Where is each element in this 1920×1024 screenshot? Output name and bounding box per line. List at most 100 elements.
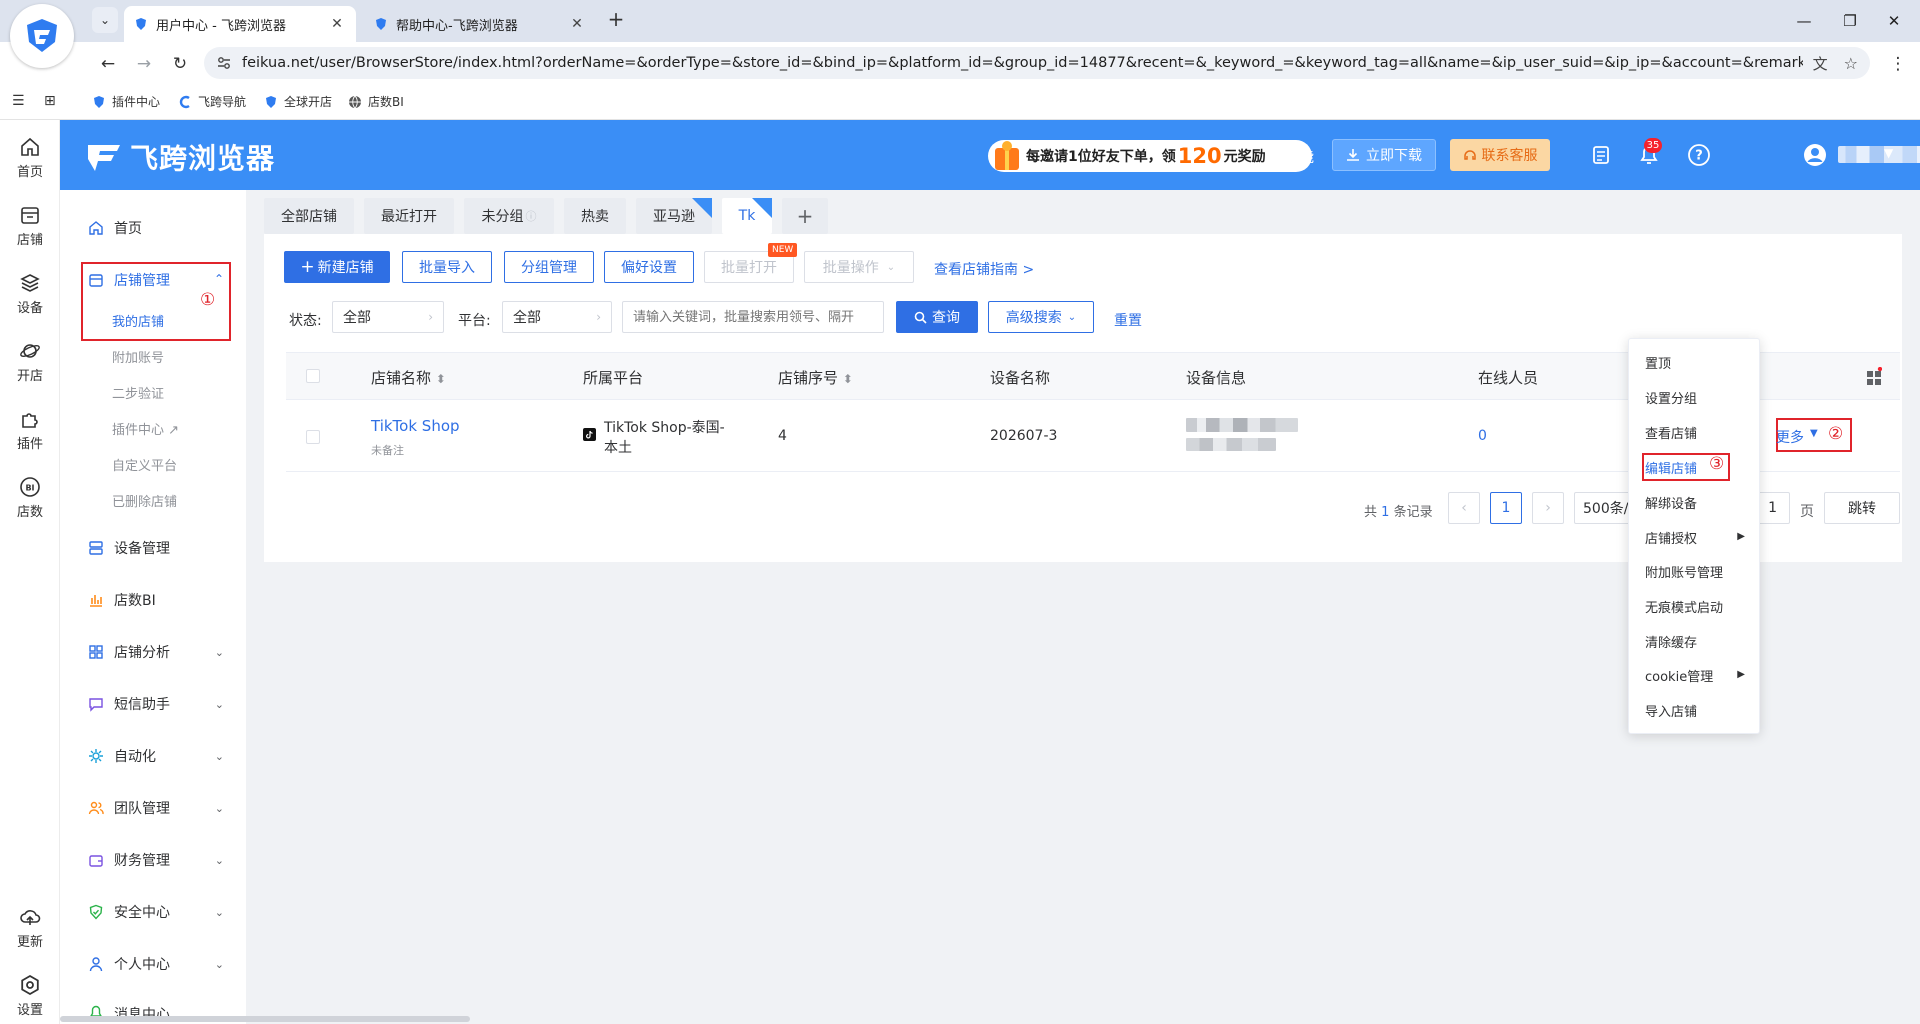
submenu-deleted-stores[interactable]: 已删除店铺: [112, 491, 177, 510]
notes-icon[interactable]: [1588, 142, 1614, 168]
submenu-plugin-center[interactable]: 插件中心 ↗: [112, 419, 179, 438]
menu-item-device-management[interactable]: 设备管理: [60, 528, 246, 568]
rail-item-bi[interactable]: BI 店数: [0, 470, 60, 526]
dropdown-item-import-store[interactable]: 导入店铺: [1645, 701, 1697, 720]
contact-support-button[interactable]: 联系客服: [1450, 139, 1550, 171]
browser-tab-user-center[interactable]: 用户中心 - 飞跨浏览器 ✕: [124, 6, 356, 42]
pager-current-page[interactable]: 1: [1490, 492, 1522, 524]
reset-link[interactable]: 重置: [1114, 310, 1142, 330]
brand-logo[interactable]: 飞跨浏览器: [84, 137, 275, 177]
bookmark-global-store[interactable]: 全球开店: [264, 93, 332, 110]
browser-menu-icon[interactable]: ⋮: [1886, 52, 1910, 76]
pager-jump-button[interactable]: 跳转: [1824, 492, 1900, 524]
menu-item-store-analysis[interactable]: 店铺分析 ⌄: [60, 632, 246, 672]
sort-icon[interactable]: ⬍: [436, 372, 446, 386]
menu-item-automation[interactable]: 自动化 ⌄: [60, 736, 246, 776]
group-management-button[interactable]: 分组管理: [504, 251, 594, 283]
sidebar-toggle-icon[interactable]: ☰: [12, 93, 25, 109]
dropdown-item-set-group[interactable]: 设置分组: [1645, 388, 1697, 407]
rail-item-open-store[interactable]: 开店: [0, 334, 60, 390]
sort-icon[interactable]: ⬍: [843, 372, 853, 386]
query-button[interactable]: 查询: [896, 301, 978, 333]
close-window-icon[interactable]: ✕: [1880, 8, 1908, 34]
avatar[interactable]: [1802, 142, 1828, 168]
horizontal-scrollbar[interactable]: [60, 1016, 470, 1022]
preferences-button[interactable]: 偏好设置: [604, 251, 694, 283]
dropdown-item-view-store[interactable]: 查看店铺: [1645, 423, 1697, 442]
apps-grid-icon[interactable]: ⊞: [44, 93, 56, 109]
rail-item-device[interactable]: 设备: [0, 266, 60, 322]
advanced-search-button[interactable]: 高级搜索 ⌄: [988, 301, 1094, 333]
minimize-window-icon[interactable]: —: [1790, 8, 1818, 34]
menu-item-sms-assistant[interactable]: 短信助手 ⌄: [60, 684, 246, 724]
rail-item-settings[interactable]: 设置: [0, 968, 60, 1024]
dropdown-item-unbind-device[interactable]: 解绑设备: [1645, 493, 1697, 512]
menu-item-security[interactable]: 安全中心 ⌄: [60, 892, 246, 932]
row-checkbox[interactable]: [306, 430, 320, 444]
submenu-custom-platform[interactable]: 自定义平台: [112, 455, 177, 474]
dropdown-item-clear-cache[interactable]: 清除缓存: [1645, 632, 1697, 651]
download-button[interactable]: 立即下载: [1332, 139, 1436, 171]
platform-filter-select[interactable]: 全部 ›: [502, 301, 612, 333]
rail-item-home[interactable]: 首页: [0, 130, 60, 186]
bookmark-plugin-center[interactable]: 插件中心: [92, 93, 160, 110]
tab-recent[interactable]: 最近打开: [364, 198, 454, 234]
column-header-store-name[interactable]: 店铺名称 ⬍: [371, 367, 446, 388]
tab-tk[interactable]: Tk: [722, 198, 772, 234]
menu-item-home[interactable]: 首页: [60, 208, 246, 248]
tab-ungrouped[interactable]: 未分组 ⓘ: [464, 198, 554, 234]
menu-item-finance[interactable]: 财务管理 ⌄: [60, 840, 246, 880]
caret-down-icon[interactable]: ▼: [1810, 428, 1818, 439]
browser-tab-help-center[interactable]: 帮助中心-飞跨浏览器 ✕: [364, 6, 596, 42]
new-tab-button[interactable]: +: [604, 8, 628, 32]
bookmark-store-bi[interactable]: 店数BI: [348, 93, 404, 110]
dropdown-item-extra-accounts[interactable]: 附加账号管理: [1645, 562, 1723, 581]
submenu-two-step[interactable]: 二步验证: [112, 383, 164, 402]
dropdown-item-cookie[interactable]: cookie管理: [1645, 666, 1713, 685]
close-tab-icon[interactable]: ✕: [568, 16, 586, 32]
site-info-icon[interactable]: [216, 55, 232, 71]
add-tab-button[interactable]: +: [782, 198, 828, 234]
help-icon[interactable]: ?: [1686, 142, 1712, 168]
user-dropdown-caret-icon[interactable]: ▼: [1884, 146, 1893, 160]
store-name-link[interactable]: TikTok Shop: [371, 417, 460, 435]
tab-amazon[interactable]: 亚马逊: [636, 198, 712, 234]
pager-prev-button[interactable]: ‹: [1448, 492, 1480, 524]
column-header-seq[interactable]: 店铺序号 ⬍: [778, 367, 853, 388]
menu-item-personal[interactable]: 个人中心 ⌄: [60, 944, 246, 984]
pager-next-button[interactable]: ›: [1532, 492, 1564, 524]
menu-item-store-bi[interactable]: 店数BI: [60, 580, 246, 620]
rail-item-plugin[interactable]: 插件: [0, 402, 60, 458]
rail-item-store[interactable]: 店铺: [0, 198, 60, 254]
online-count[interactable]: 0: [1478, 428, 1487, 444]
dropdown-item-incognito[interactable]: 无痕模式启动: [1645, 597, 1723, 616]
invite-promo-banner[interactable]: 每邀请1位好友下单，领 120 元奖励: [988, 140, 1312, 172]
menu-item-team[interactable]: 团队管理 ⌄: [60, 788, 246, 828]
username-blurred[interactable]: [1838, 146, 1920, 163]
rail-item-update[interactable]: 更新: [0, 900, 60, 956]
new-features-link[interactable]: 新功能: [1272, 147, 1314, 167]
tab-all-stores[interactable]: 全部店铺: [264, 198, 354, 234]
restore-window-icon[interactable]: ❐: [1836, 8, 1864, 34]
bookmark-feikua-nav[interactable]: 飞跨导航: [178, 93, 246, 110]
batch-ops-dropdown[interactable]: 批量操作 ⌄: [804, 251, 914, 283]
select-all-checkbox[interactable]: [306, 369, 320, 383]
close-tab-icon[interactable]: ✕: [328, 16, 346, 32]
back-icon[interactable]: ←: [96, 52, 120, 76]
batch-import-button[interactable]: 批量导入: [402, 251, 492, 283]
submenu-extra-accounts[interactable]: 附加账号: [112, 347, 164, 366]
keyword-search-input[interactable]: [622, 301, 884, 333]
dropdown-item-store-auth[interactable]: 店铺授权: [1645, 528, 1697, 547]
reload-icon[interactable]: ↻: [168, 52, 192, 76]
bookmark-star-icon[interactable]: ☆: [1844, 54, 1858, 73]
dropdown-item-pin-top[interactable]: 置顶: [1645, 353, 1671, 372]
address-bar[interactable]: feikua.net/user/BrowserStore/index.html?…: [204, 47, 1870, 79]
column-settings-icon[interactable]: [1866, 367, 1882, 385]
tab-search-chevron-icon[interactable]: ⌄: [92, 7, 118, 33]
forward-icon[interactable]: →: [132, 52, 156, 76]
tab-hot[interactable]: 热卖: [564, 198, 626, 234]
store-guide-link[interactable]: 查看店铺指南 >: [934, 259, 1034, 279]
translate-icon[interactable]: ⽂: [1813, 53, 1828, 74]
status-filter-select[interactable]: 全部 ›: [332, 301, 444, 333]
new-store-button[interactable]: + 新建店铺: [284, 251, 390, 283]
